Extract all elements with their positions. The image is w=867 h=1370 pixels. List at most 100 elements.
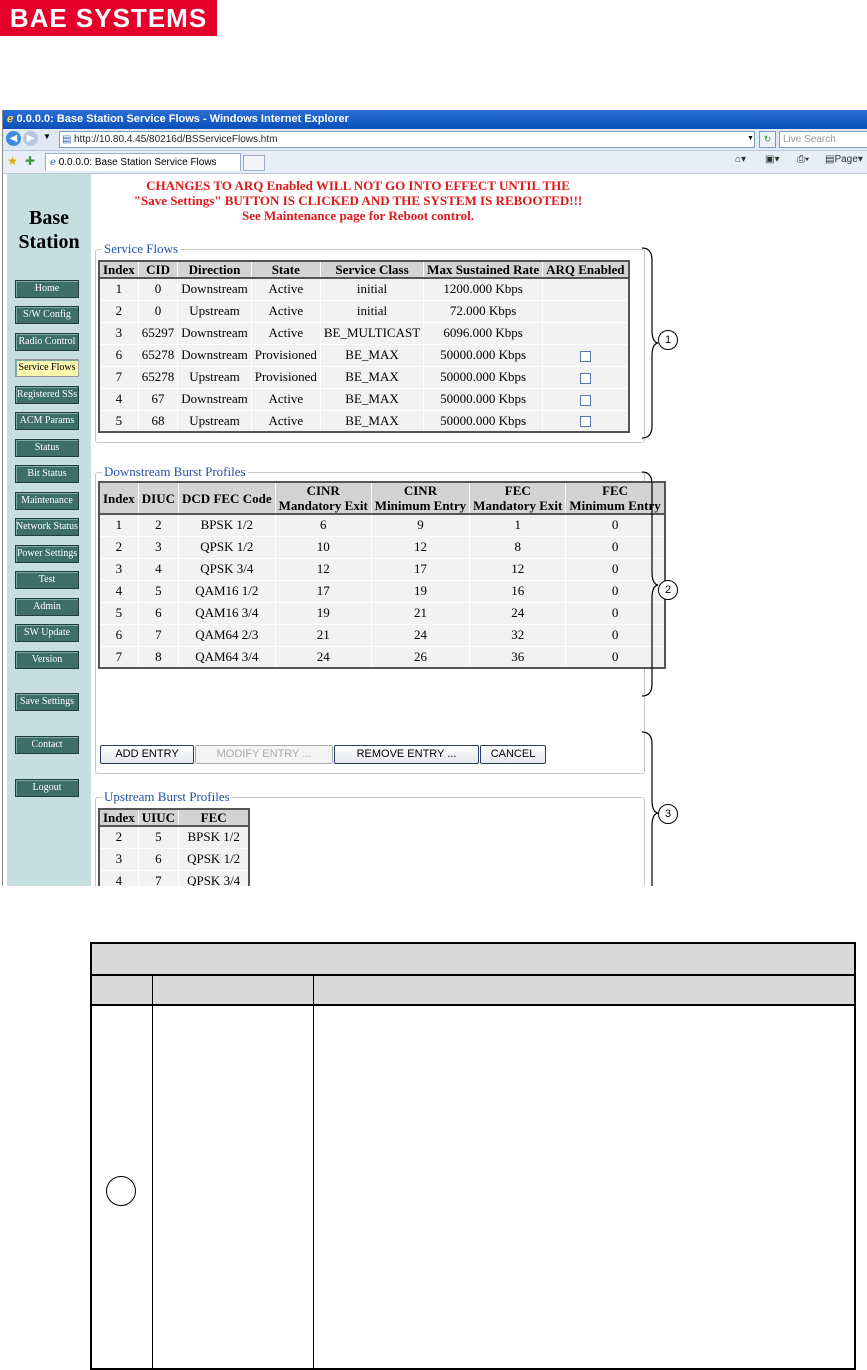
history-dropdown-icon[interactable]: ▼ [43,132,51,141]
table-cell: BPSK 1/2 [178,513,276,537]
nav-admin[interactable]: Admin [15,598,79,616]
table-cell: 10 [274,535,372,559]
table-cell: 5 [137,825,180,849]
nav-home[interactable]: Home [15,280,79,298]
column-header: DIUC [137,481,180,515]
upstream-burst-table: Index UIUC FEC 2 5 BPSK 1/2 3 6 QPSK 1/2 4 7 QPSK … [98,808,251,886]
table-cell: QPSK 3/4 [178,557,276,581]
table-cell: 26 [370,645,471,669]
live-search-input[interactable]: Live Search [779,131,867,148]
table-cell: 7 [98,365,139,389]
column-header: Max Sustained Rate [423,260,544,279]
table-cell: QPSK 1/2 [178,847,250,871]
nav-power-settings[interactable]: Power Settings [15,545,79,563]
table-cell: 17 [274,579,372,603]
service-flows-legend: Service Flows [102,241,181,257]
remove-entry-button[interactable]: REMOVE ENTRY ... [334,745,479,764]
brace-3 [641,731,659,886]
table-cell: 21 [370,601,471,625]
forward-arrow-icon[interactable]: ▶ [23,131,38,146]
nav-bit-status[interactable]: Bit Status [15,465,79,483]
table-cell: Provisioned [250,365,321,389]
table-cell [542,321,630,345]
table-row: 6 65278 Downstream Provisioned BE_MAX 50000.0… [98,343,630,367]
table-row: 6 7 QAM64 2/3 21 24 32 0 [98,623,666,647]
address-dropdown-icon[interactable]: ▼ [743,131,758,146]
tab-service-flows[interactable]: ℯ 0.0.0.0: Base Station Service Flows [45,153,241,171]
table-row: 3 6 QPSK 1/2 [98,847,250,871]
table-cell: BE_MAX [319,365,425,389]
nav-sw-config[interactable]: S/W Config [15,306,79,324]
column-header: ARQ Enabled [542,260,630,279]
modify-entry-button[interactable]: MODIFY ENTRY ... [195,745,333,764]
nav-maintenance[interactable]: Maintenance [15,492,79,510]
arq-enabled-checkbox[interactable] [579,350,591,362]
table-cell [542,299,630,323]
table-cell: 0 [137,277,179,301]
arq-enabled-checkbox[interactable] [579,416,591,428]
table-cell: Upstream [177,365,252,389]
table-cell: BPSK 1/2 [178,825,250,849]
table-cell: 4 [98,869,139,886]
nav-test[interactable]: Test [15,571,79,589]
arq-enabled-checkbox[interactable] [579,394,591,406]
nav-save-settings[interactable]: Save Settings [15,693,79,711]
nav-contact[interactable]: Contact [15,736,79,754]
add-favorites-icon[interactable]: ✚ [25,154,35,168]
item-circle-marker [106,1176,136,1206]
address-input[interactable]: ▤ http://10.80.4.45/80216d/BSServiceFlow… [59,131,755,148]
table-cell: 1 [98,277,139,301]
table-cell: Downstream [177,387,252,411]
nav-status[interactable]: Status [15,439,79,457]
table-cell: 65297 [137,321,179,345]
nav-registered-ss[interactable]: Registered SSs [15,386,79,404]
refresh-icon[interactable]: ↻ [759,131,776,148]
table-cell: 65278 [137,343,179,367]
column-header: CINR Mandatory Exit [274,481,372,515]
nav-service-flows[interactable]: Service Flows [15,359,79,377]
feeds-icon[interactable]: ▣▾ [765,154,779,165]
print-icon[interactable]: ⎙▾ [797,154,809,165]
table-cell: 1200.000 Kbps [423,277,544,301]
service-flows-table: Index CID Direction State Service Class Max S… [98,260,630,433]
warning-line3: See Maintenance page for Reboot control. [241,208,475,223]
home-icon[interactable]: ⌂▾ [735,154,746,165]
favorites-star-icon[interactable]: ★ [7,154,18,168]
table-cell: 17 [370,557,471,581]
tab-ie-icon: ℯ [50,157,56,168]
page-menu[interactable]: ▤Page▾ [825,154,863,165]
table-cell: 12 [469,557,567,581]
table-cell: 50000.000 Kbps [423,387,544,411]
table-cell: Active [250,321,321,345]
table-cell: 6 [98,343,139,367]
new-tab-button[interactable] [243,155,265,171]
arq-enabled-checkbox[interactable] [579,372,591,384]
table-row: 4 7 QPSK 3/4 [98,869,250,886]
column-header: DCD FEC Code [178,481,276,515]
nav-radio-control[interactable]: Radio Control [15,333,79,351]
nav-logout[interactable]: Logout [15,779,79,797]
table-cell: 8 [137,645,180,669]
description-table [90,942,856,1370]
table-cell: 2 [137,513,180,537]
table-cell: 5 [98,409,139,433]
back-arrow-icon[interactable]: ◀ [6,131,21,146]
table-cell: 19 [370,579,471,603]
table-cell: Downstream [177,277,252,301]
table-cell: BE_MAX [319,409,425,433]
add-entry-button[interactable]: ADD ENTRY [100,745,194,764]
brand-line2: Station [18,231,80,253]
nav-version[interactable]: Version [15,651,79,669]
table-cell: 6096.000 Kbps [423,321,544,345]
table-cell: QAM64 3/4 [178,645,276,669]
table-cell: 7 [98,645,139,669]
table-cell: initial [319,277,425,301]
table-cell: 3 [98,321,139,345]
cancel-button[interactable]: CANCEL [480,745,546,764]
nav-network-status[interactable]: Network Status [15,518,79,536]
nav-sw-update[interactable]: SW Update [15,624,79,642]
nav-acm-params[interactable]: ACM Params [15,412,79,430]
callout-2: 2 [658,580,678,600]
brace-1 [641,247,659,439]
table-cell: 12 [370,535,471,559]
